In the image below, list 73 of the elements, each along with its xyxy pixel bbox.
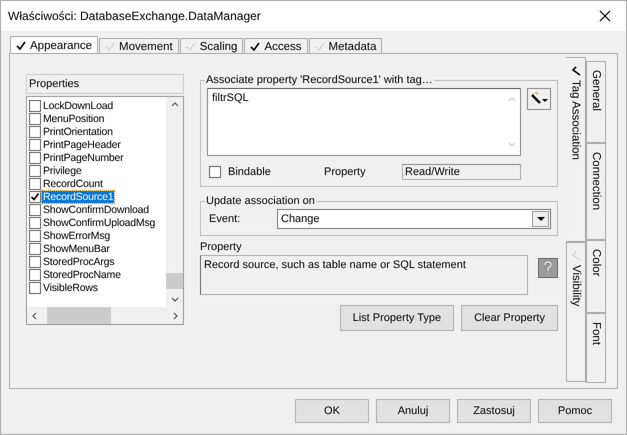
side-tab[interactable]: General <box>586 61 606 143</box>
checkbox[interactable] <box>29 178 41 190</box>
check-icon <box>314 42 325 52</box>
check-icon <box>105 42 116 52</box>
side-tab[interactable]: Font <box>586 313 606 383</box>
scrollbar-thumb[interactable] <box>166 273 183 289</box>
property-label: Property <box>324 166 367 178</box>
list-item[interactable]: RecordCount <box>27 177 166 190</box>
scrollbar-thumb[interactable] <box>47 307 111 324</box>
checkbox[interactable] <box>29 230 41 242</box>
help-icon[interactable] <box>538 258 558 278</box>
list-item[interactable]: Privilege <box>27 164 166 177</box>
checkbox[interactable] <box>29 216 41 228</box>
list-item[interactable]: LockDownLoad <box>27 99 166 112</box>
description-label: Property <box>200 241 243 253</box>
check-icon <box>16 41 26 51</box>
check-icon <box>250 42 260 52</box>
checkbox[interactable] <box>29 152 41 164</box>
side-tab[interactable]: Visibility <box>566 242 586 382</box>
scroll-left-icon[interactable] <box>31 312 37 320</box>
action-button[interactable]: Clear Property <box>461 305 558 331</box>
list-item[interactable]: ShowMenuBar <box>27 242 166 255</box>
checkbox[interactable] <box>29 256 41 268</box>
check-icon <box>571 251 581 261</box>
checkbox[interactable] <box>29 112 41 124</box>
checkbox[interactable] <box>29 204 41 216</box>
tag-browser-button[interactable] <box>527 88 551 110</box>
scroll-up-icon[interactable] <box>170 101 178 107</box>
group-legend: Update association on <box>205 195 316 207</box>
dialog-button[interactable]: OK <box>295 399 369 423</box>
close-icon[interactable] <box>599 10 611 22</box>
group-legend: Associate property 'RecordSource1' with tag… <box>205 74 434 86</box>
list-item[interactable]: PrintPageHeader <box>27 138 166 151</box>
list-item[interactable]: StoredProcArgs <box>27 255 166 268</box>
check-icon <box>186 42 196 52</box>
side-tab[interactable]: Connection <box>586 143 606 240</box>
bindable-checkbox[interactable] <box>209 166 221 178</box>
scroll-right-icon[interactable] <box>173 312 179 320</box>
event-dropdown[interactable]: Change <box>277 209 551 229</box>
list-item[interactable]: ShowErrorMsg <box>27 229 166 242</box>
list-item[interactable]: MenuPosition <box>27 112 166 125</box>
list-item[interactable]: VisibleRows <box>27 281 166 294</box>
list-item[interactable]: ShowConfirmDownload <box>27 203 166 216</box>
dialog-button[interactable]: Anuluj <box>376 399 450 423</box>
checkbox[interactable] <box>29 138 41 150</box>
checkbox[interactable] <box>29 282 41 294</box>
dialog-button[interactable]: Pomoc <box>538 399 612 423</box>
list-item[interactable]: StoredProcName <box>27 268 166 281</box>
list-header: Properties <box>26 74 184 94</box>
checkbox[interactable] <box>29 164 41 176</box>
list-item[interactable]: PrintPageNumber <box>27 151 166 164</box>
action-button[interactable]: List Property Type <box>340 305 454 331</box>
bindable-label: Bindable <box>228 166 272 178</box>
vertical-scrollbar[interactable] <box>166 97 183 307</box>
list-item[interactable]: RecordSource1 <box>27 190 166 203</box>
checkbox[interactable] <box>29 190 41 202</box>
description-text: Record source, such as table name or SQL statement <box>200 255 528 295</box>
window-title: Właściwości: DatabaseExchange.DataManager <box>8 9 261 23</box>
check-icon <box>570 66 580 76</box>
dialog-button[interactable]: Zastosuj <box>457 399 531 423</box>
access-field: Read/Write <box>402 164 521 180</box>
checkbox[interactable] <box>29 242 41 254</box>
list-item[interactable]: PrintOrientation <box>27 125 166 138</box>
list-item[interactable]: ShowConfirmUploadMsg <box>27 216 166 229</box>
side-tab[interactable]: Color <box>586 240 606 313</box>
checkbox[interactable] <box>29 126 41 138</box>
checkbox[interactable] <box>29 100 41 112</box>
dropdown-arrow-icon <box>536 216 544 222</box>
event-label: Event: <box>209 213 242 225</box>
side-tab[interactable]: Tag Association <box>566 57 586 242</box>
horizontal-scrollbar[interactable] <box>27 307 183 324</box>
checkbox[interactable] <box>29 268 41 280</box>
scroll-down-icon[interactable] <box>170 297 178 303</box>
